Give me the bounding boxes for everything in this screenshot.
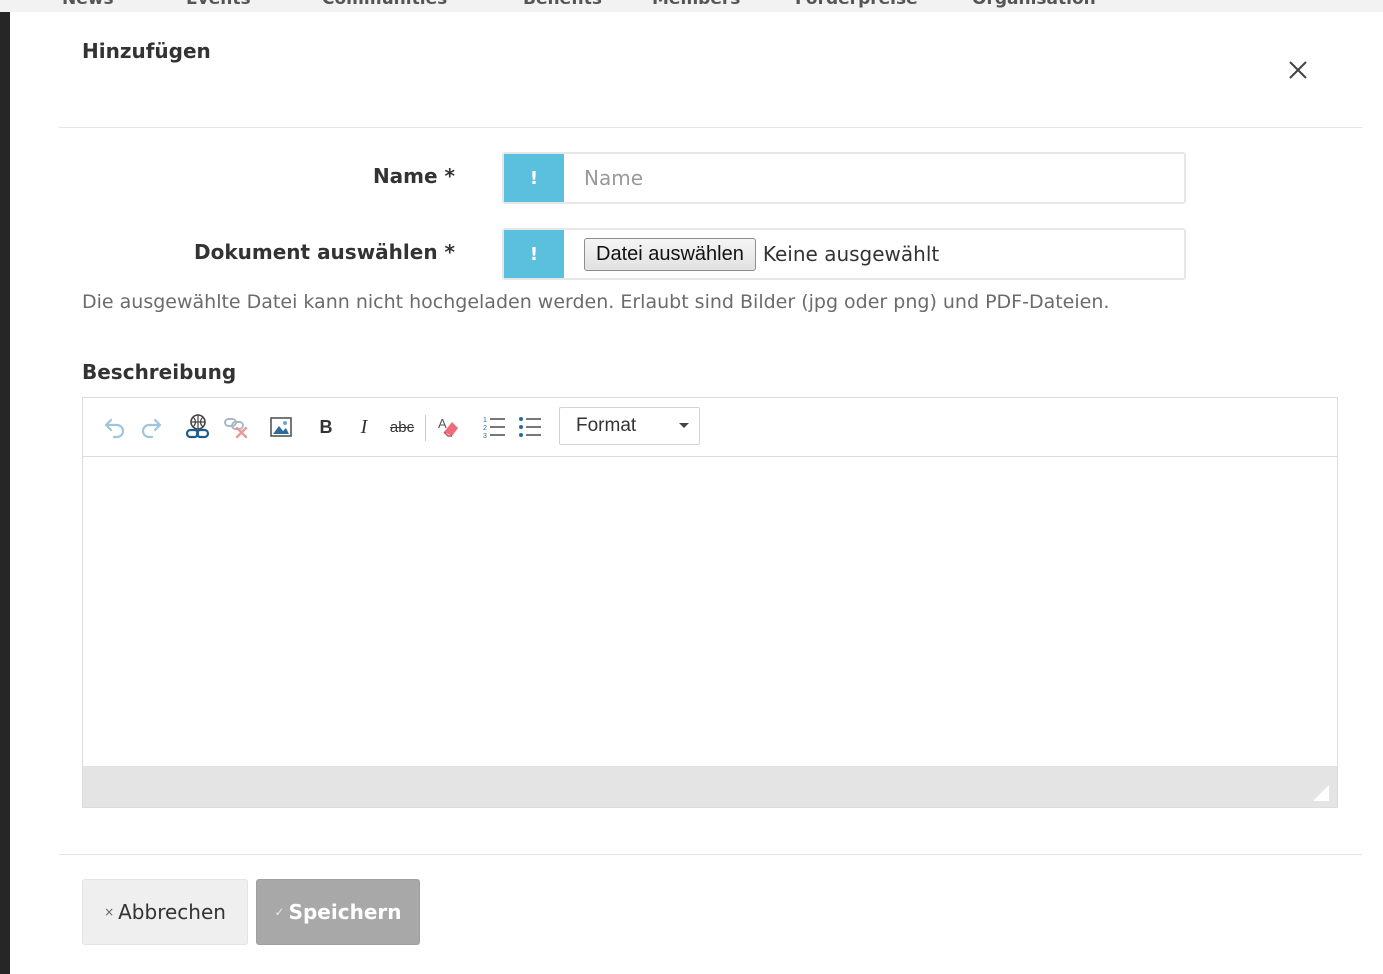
nav-item-events: Events [186, 0, 251, 9]
add-dialog: Hinzufügen Name * ! Dokument auswählen *… [10, 12, 1383, 974]
cancel-button-label: Abbrechen [118, 900, 226, 924]
bold-button[interactable]: B [311, 412, 341, 442]
svg-text:2: 2 [483, 425, 487, 432]
name-input-group: ! [502, 152, 1186, 204]
file-status: Keine ausgewählt [762, 242, 940, 266]
nav-item-communities: Communities [322, 0, 447, 9]
check-icon: ✓ [274, 905, 285, 919]
numbered-list-button[interactable]: 1 2 3 [479, 412, 509, 442]
italic-icon: I [360, 415, 368, 438]
insert-image-button[interactable] [266, 412, 296, 442]
nav-item-news: News [62, 0, 114, 9]
toolbar-separator [425, 415, 426, 441]
svg-text:A: A [438, 416, 447, 431]
format-dropdown-label: Format [576, 415, 637, 436]
save-button[interactable]: ✓ Speichern [256, 879, 420, 945]
svg-text:1: 1 [483, 417, 487, 424]
nav-item-members: Members [652, 0, 740, 9]
bulleted-list-icon [519, 417, 541, 437]
save-button-label: Speichern [288, 900, 402, 924]
document-warning-icon: ! [504, 230, 564, 278]
svg-text:3: 3 [483, 433, 487, 440]
link-button[interactable] [183, 412, 213, 442]
close-small-icon: × [104, 905, 115, 919]
undo-icon [104, 418, 125, 439]
name-label: Name * [372, 164, 455, 188]
bold-icon: B [319, 416, 333, 437]
close-button[interactable] [1282, 54, 1314, 86]
unlink-button[interactable] [221, 412, 251, 442]
nav-item-organisation: Organisation [972, 0, 1096, 9]
strikethrough-button[interactable]: abc [387, 412, 417, 442]
document-label: Dokument auswählen * [194, 240, 455, 264]
name-warning-icon: ! [504, 154, 564, 202]
redo-icon [141, 418, 162, 439]
unlink-icon [224, 418, 248, 439]
undo-button[interactable] [100, 412, 130, 442]
choose-file-button[interactable]: Datei auswählen [584, 237, 756, 271]
document-input-group: ! Datei auswählen Keine ausgewählt [502, 228, 1186, 280]
resize-handle[interactable] [1313, 785, 1329, 801]
description-label: Beschreibung [82, 360, 237, 384]
strikethrough-icon: abc [389, 418, 415, 436]
background-navigation: News Events Communities Benefits Members… [0, 0, 1383, 12]
dialog-title: Hinzufügen [82, 39, 211, 63]
close-icon [1289, 61, 1307, 79]
name-input[interactable] [564, 154, 1184, 202]
italic-button[interactable]: I [349, 412, 379, 442]
header-divider [59, 127, 1362, 128]
editor-status-bar [83, 766, 1337, 807]
caret-down-icon [679, 423, 689, 428]
rich-text-editor: B I abc A 1 2 3 Format [82, 397, 1338, 808]
redo-button[interactable] [136, 412, 166, 442]
cancel-button[interactable]: × Abbrechen [82, 879, 248, 945]
numbered-list-icon: 1 2 3 [483, 417, 505, 440]
format-dropdown[interactable]: Format [559, 407, 700, 445]
editor-content-area[interactable] [83, 457, 1337, 767]
background-overlay [0, 12, 10, 974]
nav-item-foerderpreise: Förderpreise [795, 0, 918, 9]
nav-item-benefits: Benefits [523, 0, 602, 9]
bulleted-list-button[interactable] [515, 412, 545, 442]
resize-icon [1313, 785, 1329, 801]
remove-format-icon: A [438, 416, 458, 437]
link-icon [185, 414, 210, 439]
upload-error-message: Die ausgewählte Datei kann nicht hochgel… [82, 291, 1110, 313]
footer-divider [59, 854, 1362, 855]
editor-toolbar: B I abc A 1 2 3 Format [83, 398, 1337, 457]
remove-format-button[interactable]: A [433, 412, 463, 442]
file-picker: Datei auswählen Keine ausgewählt [564, 230, 1184, 278]
image-icon [270, 417, 292, 437]
